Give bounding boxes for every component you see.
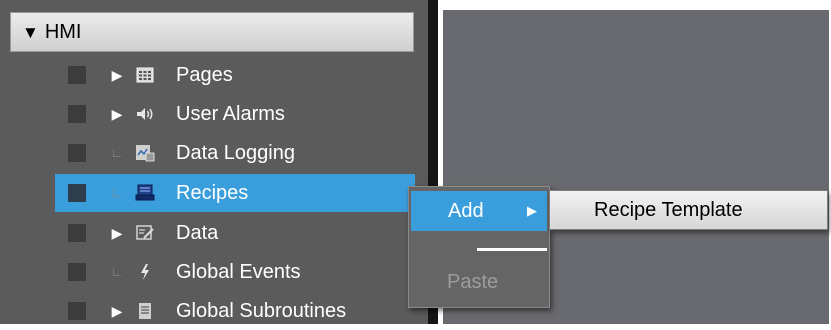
recipes-icon: [135, 184, 155, 202]
tree-item-global-events[interactable]: ∟ Global Events: [55, 253, 415, 291]
menu-item-add-label: Add: [448, 200, 484, 222]
tree-item-data-logging[interactable]: ∟ Data Logging: [55, 134, 415, 172]
tree-item-recipes[interactable]: ∟ Recipes: [55, 174, 415, 212]
lightning-icon: [135, 263, 155, 281]
hmi-tree-header[interactable]: ▼ HMI: [10, 12, 414, 52]
project-tree-panel: ▼ HMI ▶ Pages ▶ User Alarms ∟ Data Loggi…: [0, 0, 428, 324]
collapse-triangle-icon[interactable]: ▼: [22, 24, 39, 41]
menu-item-recipe-template[interactable]: Recipe Template: [594, 191, 743, 229]
context-menu: Add ▶ Paste: [408, 186, 550, 308]
tree-item-label: Global Events: [176, 261, 301, 283]
tree-item-label: Data Logging: [176, 142, 295, 164]
item-checkbox[interactable]: [68, 184, 86, 202]
item-checkbox[interactable]: [68, 224, 86, 242]
expand-arrow-icon[interactable]: ▶: [110, 95, 124, 133]
tree-item-label: Recipes: [176, 182, 249, 204]
pages-icon: [135, 66, 155, 84]
tree-branch-icon: ∟: [110, 145, 124, 160]
tree-item-user-alarms[interactable]: ▶ User Alarms: [55, 95, 415, 133]
tree-item-label: User Alarms: [176, 103, 285, 125]
data-icon: [135, 224, 155, 242]
item-checkbox[interactable]: [68, 66, 86, 84]
expand-arrow-icon[interactable]: ▶: [110, 56, 124, 94]
expand-arrow-icon[interactable]: ▶: [110, 214, 124, 252]
tree-item-global-subroutines[interactable]: ▶ Global Subroutines: [55, 292, 415, 330]
menu-item-paste: Paste: [447, 271, 499, 293]
menu-item-add[interactable]: Add ▶: [411, 191, 547, 231]
tree-item-data[interactable]: ▶ Data: [55, 214, 415, 252]
item-checkbox[interactable]: [68, 105, 86, 123]
tree-item-label: Data: [176, 222, 219, 244]
tree-item-label: Global Subroutines: [176, 300, 347, 322]
tree-item-label: Pages: [176, 64, 233, 86]
tree-branch-icon: ∟: [110, 185, 124, 200]
data-logging-icon: [135, 144, 155, 162]
submenu-arrow-icon: ▶: [527, 203, 537, 218]
tree-item-pages[interactable]: ▶ Pages: [55, 56, 415, 94]
menu-separator: [477, 248, 547, 251]
tree-branch-icon: ∟: [110, 264, 124, 279]
expand-arrow-icon[interactable]: ▶: [110, 292, 124, 330]
subroutine-icon: [135, 302, 155, 320]
hmi-label: HMI: [44, 20, 82, 43]
item-checkbox[interactable]: [68, 302, 86, 320]
item-checkbox[interactable]: [68, 144, 86, 162]
item-checkbox[interactable]: [68, 263, 86, 281]
add-submenu: Recipe Template: [549, 190, 828, 230]
speaker-icon: [135, 105, 155, 123]
